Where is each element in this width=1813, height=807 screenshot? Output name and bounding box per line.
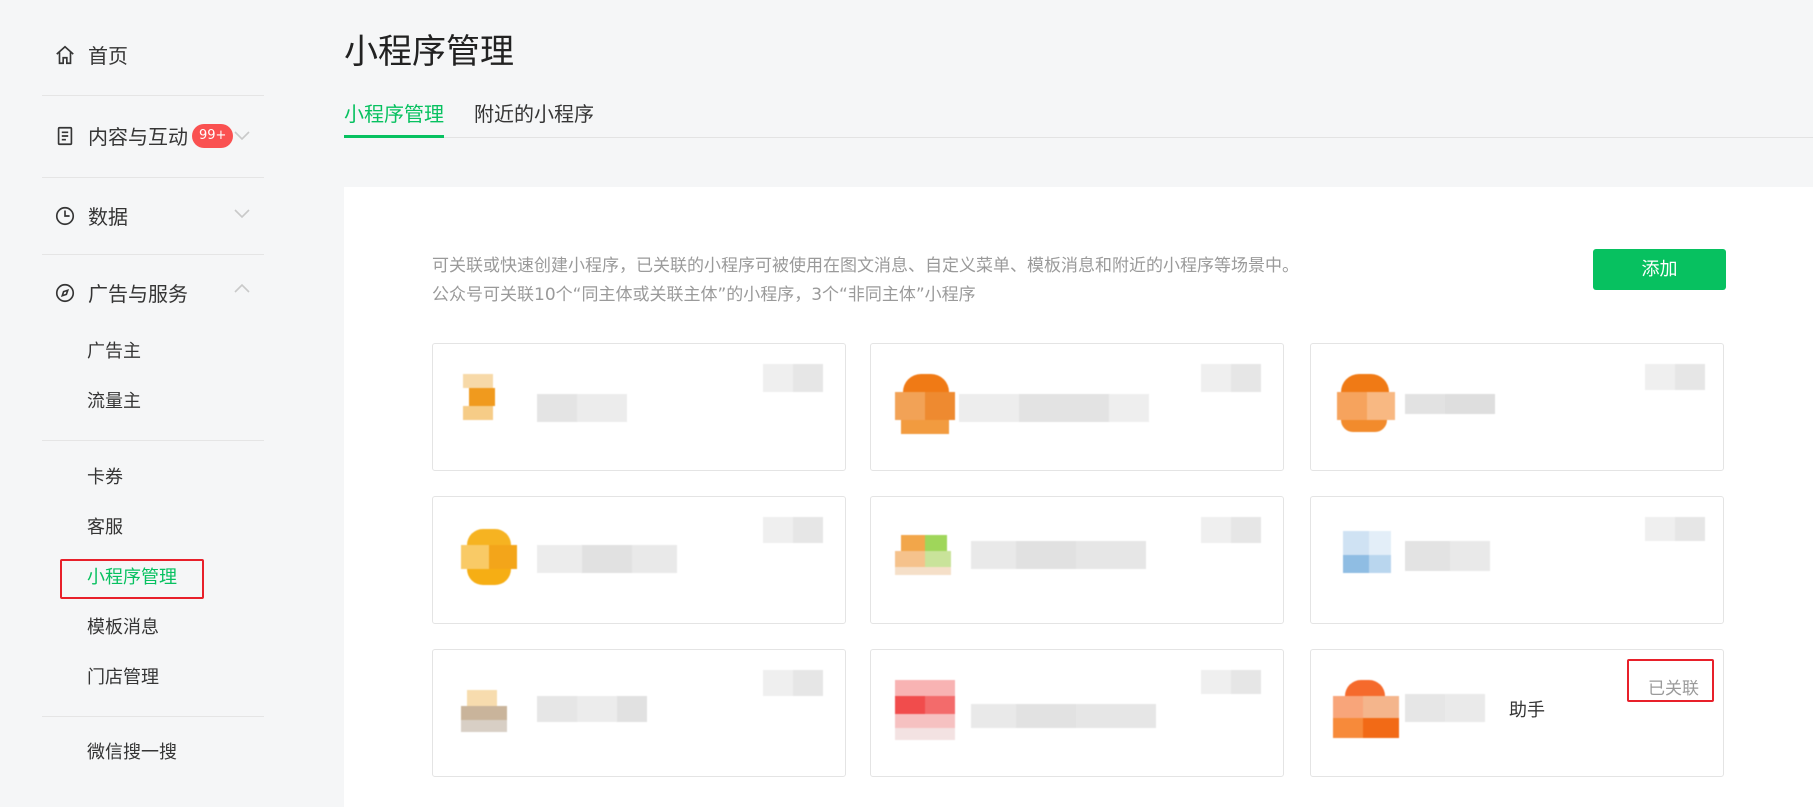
chevron-down-icon[interactable] [234,131,250,141]
miniprogram-card[interactable] [432,496,846,624]
nav-data[interactable]: 数据 [54,201,128,230]
sidebar-divider [42,254,264,255]
nav-home-label: 首页 [88,44,128,68]
miniprogram-card[interactable] [432,649,846,777]
nav-content-label: 内容与互动 [88,125,188,149]
highlight-box [1627,659,1714,702]
nav-data-label: 数据 [88,205,128,229]
miniprogram-card[interactable] [870,343,1284,471]
document-icon [54,125,76,147]
description-line-2: 公众号可关联10个“同主体或关联主体”的小程序，3个“非同主体”小程序 [432,285,976,305]
chevron-down-icon[interactable] [234,209,250,219]
sidebar-item-coupons[interactable]: 卡券 [87,466,123,490]
miniprogram-card[interactable] [870,649,1284,777]
tabs-divider [344,137,1813,138]
notification-badge: 99+ [192,123,234,148]
sidebar: 首页 内容与互动 99+ 数据 广告与服务 广告主 流量主 卡券 客服 小程序管… [0,0,300,786]
sidebar-item-template-messages[interactable]: 模板消息 [87,616,159,640]
description: 可关联或快速创建小程序，已关联的小程序可被使用在图文消息、自定义菜单、模板消息和… [432,252,1299,310]
sidebar-divider [42,95,264,96]
sidebar-divider [42,177,264,178]
nav-ads[interactable]: 广告与服务 [54,278,188,307]
sidebar-item-wechat-search[interactable]: 微信搜一搜 [87,741,177,765]
sidebar-item-store-management[interactable]: 门店管理 [87,666,159,690]
clock-icon [54,205,76,227]
home-icon [54,44,76,66]
tab-miniprogram-management[interactable]: 小程序管理 [344,98,444,127]
page-title: 小程序管理 [344,32,514,72]
active-tab-indicator [344,135,444,138]
miniprogram-card[interactable] [870,496,1284,624]
nav-content[interactable]: 内容与互动 99+ [54,121,234,150]
miniprogram-card[interactable] [1310,496,1724,624]
sidebar-item-customer-service[interactable]: 客服 [87,516,123,540]
miniprogram-name-suffix: 助手 [1509,700,1545,721]
sidebar-item-advertiser[interactable]: 广告主 [87,340,141,364]
compass-icon [54,282,76,304]
chevron-up-icon[interactable] [234,283,250,293]
sidebar-divider [42,440,264,441]
highlight-box [60,559,204,599]
sidebar-item-publisher[interactable]: 流量主 [87,390,141,414]
add-button[interactable]: 添加 [1593,249,1726,290]
nav-ads-label: 广告与服务 [88,282,188,306]
miniprogram-card[interactable] [432,343,846,471]
sidebar-divider [42,716,264,717]
miniprogram-card[interactable] [1310,343,1724,471]
nav-home[interactable]: 首页 [54,40,128,69]
description-line-1: 可关联或快速创建小程序，已关联的小程序可被使用在图文消息、自定义菜单、模板消息和… [432,256,1299,276]
tab-nearby-miniprograms[interactable]: 附近的小程序 [474,98,594,127]
